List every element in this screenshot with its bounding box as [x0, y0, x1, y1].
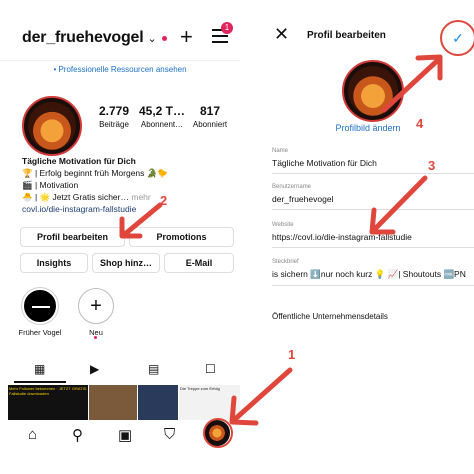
edit-profile-avatar[interactable] [342, 60, 404, 122]
highlight-item[interactable]: Früher Vogel [18, 288, 62, 337]
bio-line: 🏆 | Erfolg beginnt früh Morgens 🐊🐤 [22, 168, 168, 178]
username-field[interactable]: Benutzername der_fruehevogel [272, 184, 474, 210]
post-thumbnail[interactable] [138, 385, 178, 420]
profile-avatar[interactable] [22, 96, 82, 156]
promotions-button[interactable]: Promotions [129, 227, 234, 247]
active-tab-indicator [14, 381, 66, 383]
edit-profile-button[interactable]: Profil bearbeiten [20, 227, 125, 247]
website-field[interactable]: Website https://covl.io/die-instagram-fa… [272, 222, 474, 248]
field-value[interactable]: der_fruehevogel [272, 194, 474, 209]
field-value[interactable]: is sichern ⬇️nur noch kurz 💡 📈| Shoutout… [272, 269, 474, 285]
create-plus-icon[interactable]: + [180, 24, 193, 50]
step-number-2: 2 [160, 193, 168, 208]
profile-screen: der_fruehevogel ⌄ + 1 • Professionelle R… [0, 0, 240, 474]
highlight-cover [22, 288, 58, 324]
change-photo-link[interactable]: Profilbild ändern [262, 123, 474, 133]
professional-resources-link[interactable]: • Professionelle Ressourcen ansehen [0, 60, 240, 74]
post-thumbnail[interactable] [89, 385, 137, 420]
post-grid: Mehr Follower bekommen · JETZT GRATIS Fa… [8, 385, 240, 420]
post-thumbnail[interactable]: Die Treppe zum Erfolg [179, 385, 240, 420]
notification-badge: 1 [221, 22, 233, 34]
stat-label: Beiträge [99, 120, 129, 129]
step-number-4: 4 [416, 116, 424, 131]
field-value[interactable]: Tägliche Motivation für Dich [272, 158, 474, 173]
stat-label: Abonniert [192, 120, 228, 129]
tagged-tab-icon[interactable]: ☐ [205, 362, 216, 376]
new-dot-icon [94, 336, 97, 339]
reels-icon[interactable]: ▣ [118, 426, 132, 444]
page-title: Profil bearbeiten [307, 30, 386, 41]
profile-bio: Tägliche Motivation für Dich 🏆 | Erfolg … [22, 155, 237, 215]
stat-value: 2.779 [98, 104, 130, 118]
profile-header: der_fruehevogel ⌄ + 1 [22, 22, 237, 50]
step-number-3: 3 [428, 158, 436, 173]
stat-value: 45,2 T… [138, 104, 186, 118]
status-dot-icon [161, 35, 167, 41]
bio-field[interactable]: Steckbrief is sichern ⬇️nur noch kurz 💡 … [272, 259, 474, 286]
bio-line: 🐣 | 🌟 Jetzt Gratis sicher… [22, 192, 129, 202]
step-number-1: 1 [288, 347, 296, 362]
bio-more-link[interactable]: mehr [131, 192, 150, 202]
guides-tab-icon[interactable]: ▤ [148, 362, 159, 376]
post-thumbnail[interactable]: Mehr Follower bekommen · JETZT GRATIS Fa… [8, 385, 88, 420]
bird-logo-icon [348, 66, 398, 116]
field-value[interactable]: https://covl.io/die-instagram-fallstudie [272, 232, 474, 247]
add-shop-button[interactable]: Shop hinz… [92, 253, 160, 273]
field-label: Website [272, 222, 294, 228]
grid-tab-icon[interactable]: ▦ [34, 362, 45, 376]
edit-profile-screen: ✕ Profil bearbeiten ✓ Profilbild ändern … [262, 0, 474, 474]
business-details-link[interactable]: Öffentliche Unternehmensdetails [272, 312, 388, 321]
stat-value: 817 [199, 104, 221, 118]
bird-logo-icon [28, 102, 76, 150]
highlight-label: Früher Vogel [18, 328, 62, 337]
plus-icon: + [78, 288, 114, 324]
home-icon[interactable]: ⌂ [28, 426, 37, 443]
save-check-icon[interactable]: ✓ [440, 20, 474, 56]
shop-icon[interactable]: ⛉ [164, 426, 175, 443]
stat-following[interactable]: 817 Abonniert [190, 104, 230, 129]
field-label: Name [272, 148, 289, 154]
stat-posts[interactable]: 2.779 Beiträge [96, 104, 132, 129]
bio-title: Tägliche Motivation für Dich [22, 156, 136, 166]
chevron-down-icon[interactable]: ⌄ [148, 32, 157, 45]
name-field[interactable]: Name Tägliche Motivation für Dich [272, 148, 474, 174]
profile-tabs: ▦ ▶ ▤ ☐ [0, 362, 240, 382]
insights-button[interactable]: Insights [20, 253, 88, 273]
field-label: Steckbrief [272, 259, 299, 265]
close-icon[interactable]: ✕ [274, 24, 289, 45]
search-icon[interactable]: ⚲ [72, 426, 83, 444]
stat-followers[interactable]: 45,2 T… Abonnent… [138, 104, 186, 129]
field-label: Benutzername [272, 184, 312, 190]
bio-website-link[interactable]: covl.io/die-instagram-fallstudie [22, 203, 237, 215]
email-button[interactable]: E-Mail [164, 253, 234, 273]
username-title[interactable]: der_fruehevogel [22, 29, 144, 47]
profile-nav-avatar[interactable] [204, 420, 230, 446]
stat-label: Abonnent… [140, 120, 184, 129]
reels-tab-icon[interactable]: ▶ [90, 362, 99, 376]
new-highlight[interactable]: + Neu [74, 288, 118, 337]
bio-line: 🎬 | Motivation [22, 180, 79, 190]
